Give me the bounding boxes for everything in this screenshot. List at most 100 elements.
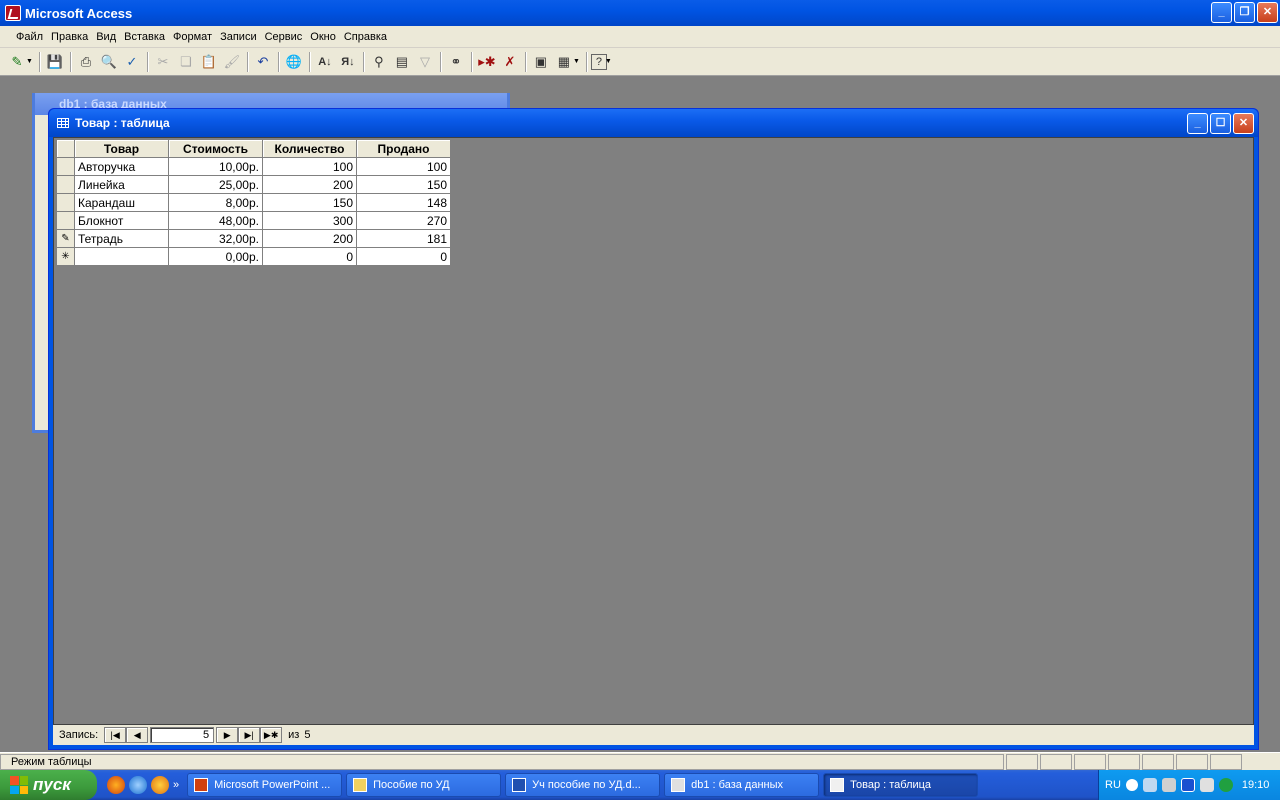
media-player-icon[interactable] (151, 776, 169, 794)
cell-name[interactable]: Карандаш (74, 193, 169, 212)
hyperlink-icon[interactable]: 🌐 (283, 51, 305, 73)
cell-sold[interactable]: 100 (356, 157, 451, 176)
restore-button[interactable]: ❐ (1234, 2, 1255, 23)
cell-cost[interactable]: 8,00р. (168, 193, 263, 212)
format-painter-icon[interactable]: 🖌 (221, 51, 243, 73)
cell-cost[interactable]: 32,00р. (168, 229, 263, 248)
cell-cost[interactable]: 0,00р. (168, 247, 263, 266)
task-table[interactable]: Товар : таблица (823, 773, 979, 797)
column-header[interactable]: Стоимость (168, 139, 263, 158)
menu-insert[interactable]: Вставка (120, 31, 169, 43)
menu-edit[interactable]: Правка (47, 31, 92, 43)
task-powerpoint[interactable]: Microsoft PowerPoint ... (187, 773, 343, 797)
tray-expand-icon[interactable] (1125, 779, 1138, 791)
apply-filter-icon[interactable]: ▽ (414, 51, 436, 73)
record-selector-new[interactable]: ✳ (56, 247, 75, 266)
column-header[interactable]: Товар (74, 139, 169, 158)
firefox-icon[interactable] (107, 776, 125, 794)
find-icon[interactable]: ⚭ (445, 51, 467, 73)
filter-by-selection-icon[interactable]: ⚲ (368, 51, 390, 73)
cell-qty[interactable]: 200 (262, 229, 357, 248)
record-number-input[interactable]: 5 (150, 727, 215, 743)
column-header[interactable]: Количество (262, 139, 357, 158)
volume-icon[interactable] (1161, 778, 1176, 792)
cell-name[interactable]: Тетрадь (74, 229, 169, 248)
spelling-icon[interactable]: ✓ (121, 51, 143, 73)
access-app-icon[interactable] (5, 5, 21, 21)
start-button[interactable]: пуск (0, 770, 97, 800)
print-preview-icon[interactable]: 🔍 (98, 51, 120, 73)
cell-name[interactable]: Блокнот (74, 211, 169, 230)
task-folder[interactable]: Пособие по УД (346, 773, 502, 797)
cell-cost[interactable]: 10,00р. (168, 157, 263, 176)
record-selector[interactable] (56, 193, 75, 212)
cell-sold[interactable]: 0 (356, 247, 451, 266)
previous-record-button[interactable]: ◀ (126, 727, 149, 743)
delete-record-icon[interactable]: ✗ (499, 51, 521, 73)
menu-view[interactable]: Вид (92, 31, 120, 43)
save-icon[interactable]: 💾 (44, 51, 66, 73)
cell-sold[interactable]: 148 (356, 193, 451, 212)
new-record-nav-button[interactable]: ▶✱ (260, 727, 283, 743)
undo-icon[interactable]: ↶ (252, 51, 274, 73)
help-dropdown-icon[interactable]: ▼ (605, 58, 612, 65)
update-icon[interactable] (1218, 778, 1233, 792)
select-all-cell[interactable] (56, 139, 75, 158)
task-word[interactable]: Уч пособие по УД.d... (505, 773, 661, 797)
cell-sold[interactable]: 270 (356, 211, 451, 230)
table-window-title-bar[interactable]: Товар : таблица (49, 109, 1258, 137)
view-icon[interactable]: ✎ (6, 51, 28, 73)
filter-by-form-icon[interactable]: ▤ (391, 51, 413, 73)
menu-tools[interactable]: Сервис (261, 31, 307, 43)
network-icon[interactable] (1142, 778, 1157, 792)
table-window[interactable]: Товар : таблица _ ☐ ✕ Товар Стоимость Ко… (48, 108, 1259, 750)
cell-name[interactable]: Линейка (74, 175, 169, 194)
view-dropdown-icon[interactable]: ▼ (26, 58, 33, 65)
first-record-button[interactable]: |◀ (104, 727, 127, 743)
record-selector[interactable] (56, 175, 75, 194)
column-header[interactable]: Продано (356, 139, 451, 158)
paste-icon[interactable]: 📋 (198, 51, 220, 73)
record-selector[interactable] (56, 211, 75, 230)
sort-ascending-icon[interactable]: A↓ (314, 51, 336, 73)
menu-format[interactable]: Формат (169, 31, 216, 43)
record-selector[interactable] (56, 157, 75, 176)
new-record-icon[interactable]: ▸✱ (476, 51, 498, 73)
last-record-button[interactable]: ▶| (238, 727, 261, 743)
cell-sold[interactable]: 181 (356, 229, 451, 248)
sort-descending-icon[interactable]: Я↓ (337, 51, 359, 73)
cell-qty[interactable]: 200 (262, 175, 357, 194)
quick-launch-more-icon[interactable]: » (173, 779, 179, 791)
table-minimize-button[interactable]: _ (1187, 113, 1208, 134)
new-object-icon[interactable]: ▦ (553, 51, 575, 73)
database-window-icon[interactable]: ▣ (530, 51, 552, 73)
cell-name[interactable] (74, 247, 169, 266)
print-icon[interactable]: ⎙ (75, 51, 97, 73)
close-button[interactable]: ✕ (1257, 2, 1278, 23)
menu-help[interactable]: Справка (340, 31, 391, 43)
new-object-dropdown-icon[interactable]: ▼ (573, 58, 580, 65)
cell-qty[interactable]: 0 (262, 247, 357, 266)
record-selector-editing[interactable]: ✎ (56, 229, 75, 248)
internet-explorer-icon[interactable] (129, 776, 147, 794)
task-database[interactable]: db1 : база данных (664, 773, 820, 797)
menu-file[interactable]: Файл (12, 31, 47, 43)
next-record-button[interactable]: ▶ (216, 727, 239, 743)
cell-qty[interactable]: 300 (262, 211, 357, 230)
menu-window[interactable]: Окно (306, 31, 340, 43)
language-indicator[interactable]: RU (1105, 779, 1121, 791)
minimize-button[interactable]: _ (1211, 2, 1232, 23)
menu-records[interactable]: Записи (216, 31, 261, 43)
cell-qty[interactable]: 150 (262, 193, 357, 212)
app-title-bar[interactable]: Microsoft Access _ ❐ ✕ (0, 0, 1280, 26)
display-icon[interactable] (1199, 778, 1214, 792)
cell-cost[interactable]: 48,00р. (168, 211, 263, 230)
bluetooth-icon[interactable] (1180, 778, 1195, 792)
cell-name[interactable]: Авторучка (74, 157, 169, 176)
cut-icon[interactable]: ✂ (152, 51, 174, 73)
table-close-button[interactable]: ✕ (1233, 113, 1254, 134)
cell-qty[interactable]: 100 (262, 157, 357, 176)
clock[interactable]: 19:10 (1242, 779, 1270, 791)
table-maximize-button[interactable]: ☐ (1210, 113, 1231, 134)
copy-icon[interactable]: ❏ (175, 51, 197, 73)
